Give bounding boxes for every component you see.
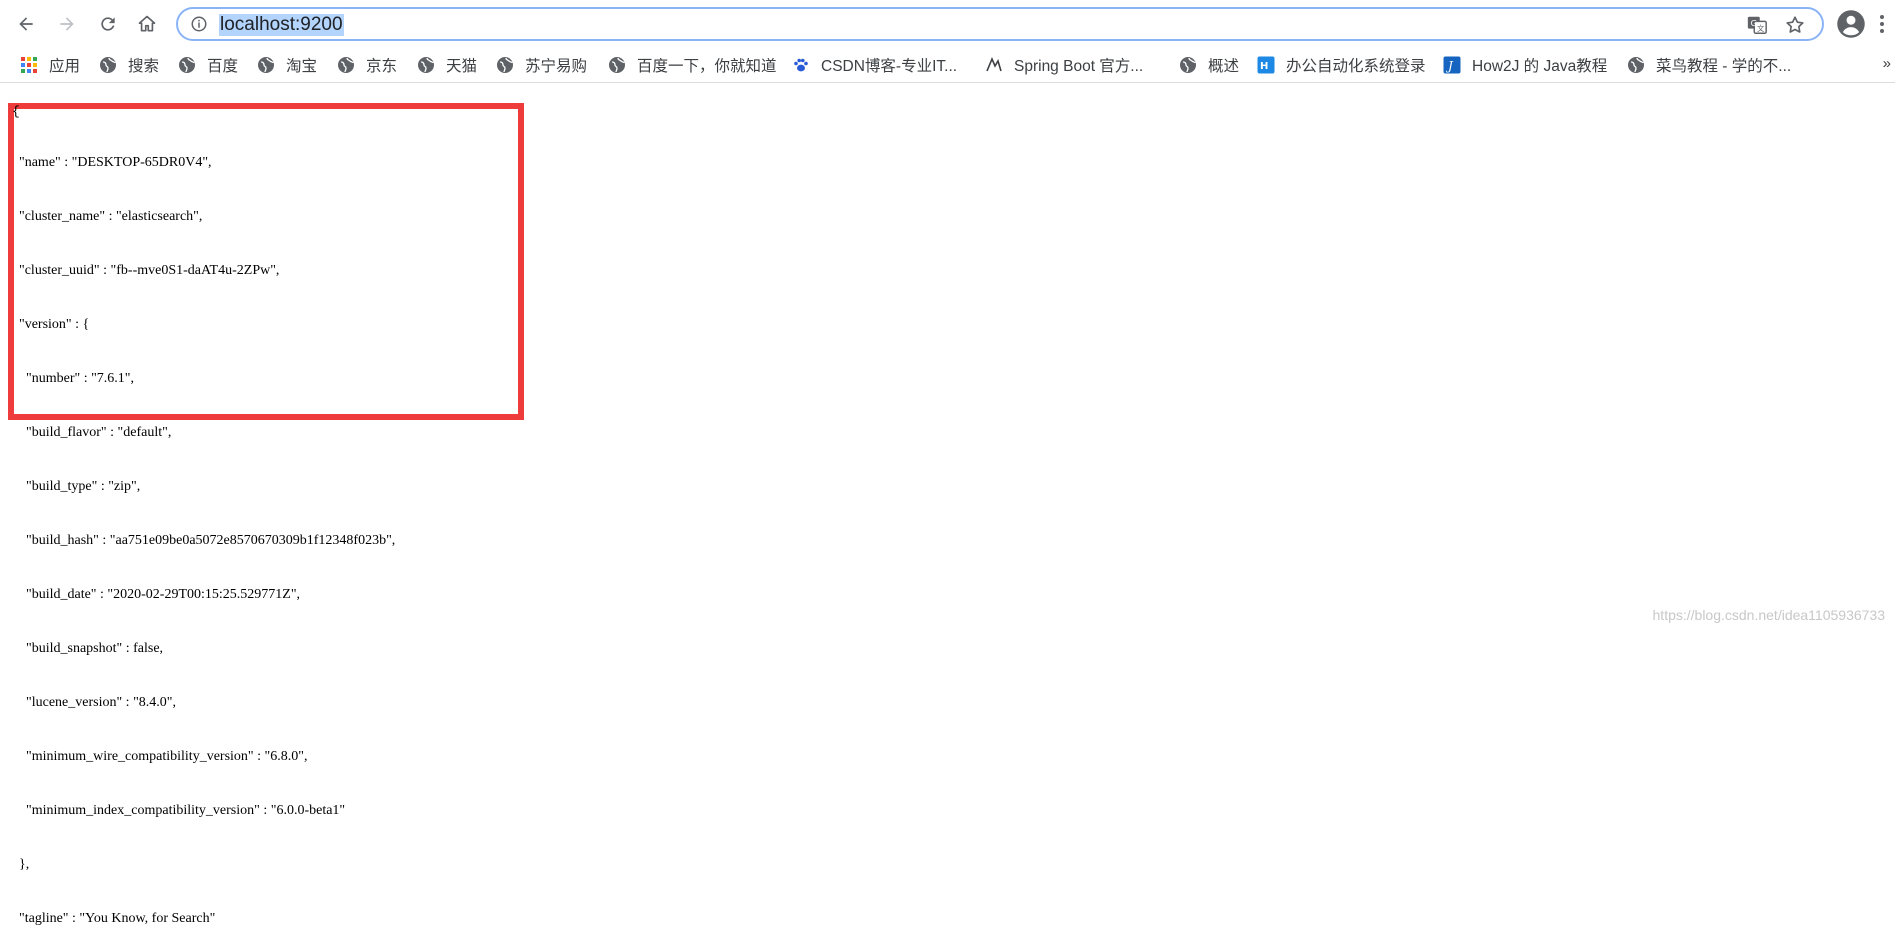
bookmark-star-icon[interactable] [1784,14,1806,36]
bookmark-apps[interactable]: 应用 [20,53,80,77]
bookmark-label: 京东 [366,58,398,75]
globe-icon [417,56,435,74]
bookmark-label: 百度一下，你就知道 [637,58,777,75]
menu-kebab-icon[interactable] [1878,12,1886,36]
reload-icon [101,17,115,31]
bookmark-label: 天猫 [446,58,478,75]
bookmark-label: Spring Boot 官方... [1014,58,1144,75]
bookmark-suning[interactable]: 苏宁易购 [496,53,587,77]
json-line: "build_date" : "2020-02-29T00:15:25.5297… [12,587,301,602]
url-text[interactable]: localhost:9200 [219,14,344,36]
globe-icon [99,56,117,74]
profile-avatar-icon[interactable] [1836,9,1866,39]
json-line: "build_flavor" : "default", [12,425,172,440]
bookmark-overview[interactable]: 概述 [1179,53,1239,77]
back-arrow-icon [19,17,33,31]
bookmark-runoob[interactable]: 菜鸟教程 - 学的不... [1627,53,1791,77]
info-icon[interactable] [190,15,208,33]
bookmarks-bar: 应用 搜索 百度 淘宝 京东 天猫 苏宁易购 百度一下，你就知道 CSDN博客-… [0,47,1895,83]
globe-icon [1627,56,1645,74]
json-line: "minimum_wire_compatibility_version" : "… [12,749,308,764]
bookmark-baidu[interactable]: 百度 [178,53,238,77]
json-line: "number" : "7.6.1", [12,371,135,386]
spring-icon [985,56,1003,74]
bookmark-taobao[interactable]: 淘宝 [257,53,317,77]
bookmark-csdn[interactable]: CSDN博客-专业IT... [792,53,957,77]
json-line: "build_type" : "zip", [12,479,141,494]
globe-icon [337,56,355,74]
bookmarks-overflow-button[interactable]: » [1883,55,1891,72]
bookmark-tmall[interactable]: 天猫 [417,53,477,77]
json-line: "cluster_name" : "elasticsearch", [12,209,203,224]
bookmark-label: 应用 [49,58,81,75]
json-response: "name" : "DESKTOP-65DR0V4", "cluster_nam… [12,118,395,946]
json-line: "name" : "DESKTOP-65DR0V4", [12,155,212,170]
globe-icon [496,56,514,74]
bookmark-office-login[interactable]: H 办公自动化系统登录 [1257,53,1426,77]
json-line: "build_hash" : "aa751e09be0a5072e8570670… [12,533,396,548]
json-line: "cluster_uuid" : "fb--mve0S1-daAT4u-2ZPw… [12,263,280,278]
bookmark-label: 概述 [1208,58,1240,75]
address-bar[interactable]: localhost:9200 G 文 [176,7,1824,41]
bookmark-label: CSDN博客-专业IT... [821,58,958,75]
watermark: https://blog.csdn.net/idea1105936733 [1652,607,1885,623]
globe-icon [257,56,275,74]
json-line: "lucene_version" : "8.4.0", [12,695,176,710]
bookmark-search[interactable]: 搜索 [99,53,159,77]
svg-text:G: G [1751,18,1757,28]
forward-button[interactable] [52,9,82,39]
apps-grid-icon [20,56,38,74]
bookmark-label: How2J 的 Java教程 [1472,58,1608,75]
json-open-brace: { [12,104,20,119]
translate-icon[interactable]: G 文 [1746,14,1768,36]
forward-arrow-icon [60,17,74,31]
json-line: "version" : { [12,317,90,332]
bookmark-label: 淘宝 [286,58,318,75]
bookmark-label: 办公自动化系统登录 [1286,58,1426,75]
paw-icon [792,56,810,74]
bookmark-label: 苏宁易购 [525,58,588,75]
svg-text:H: H [1260,61,1268,72]
bookmark-jd[interactable]: 京东 [337,53,397,77]
browser-toolbar: localhost:9200 G 文 [0,0,1895,47]
bookmark-how2j[interactable]: J How2J 的 Java教程 [1443,53,1607,77]
how2j-icon: J [1443,56,1461,74]
bookmark-label: 百度 [207,58,239,75]
bookmark-baidu-search[interactable]: 百度一下，你就知道 [608,53,777,77]
office-icon: H [1257,56,1275,74]
json-line: }, [12,857,30,872]
home-button[interactable] [132,9,162,39]
bookmark-label: 搜索 [128,58,160,75]
bookmark-spring-boot[interactable]: Spring Boot 官方... [985,53,1143,77]
globe-icon [1179,56,1197,74]
bookmark-label: 菜鸟教程 - 学的不... [1656,58,1792,75]
json-line: "tagline" : "You Know, for Search" [12,911,216,926]
json-line: "build_snapshot" : false, [12,641,164,656]
reload-button[interactable] [93,9,123,39]
json-line: "minimum_index_compatibility_version" : … [12,803,346,818]
svg-text:文: 文 [1757,24,1765,33]
globe-icon [178,56,196,74]
back-button[interactable] [11,9,41,39]
home-icon [138,15,156,32]
globe-icon [608,56,626,74]
